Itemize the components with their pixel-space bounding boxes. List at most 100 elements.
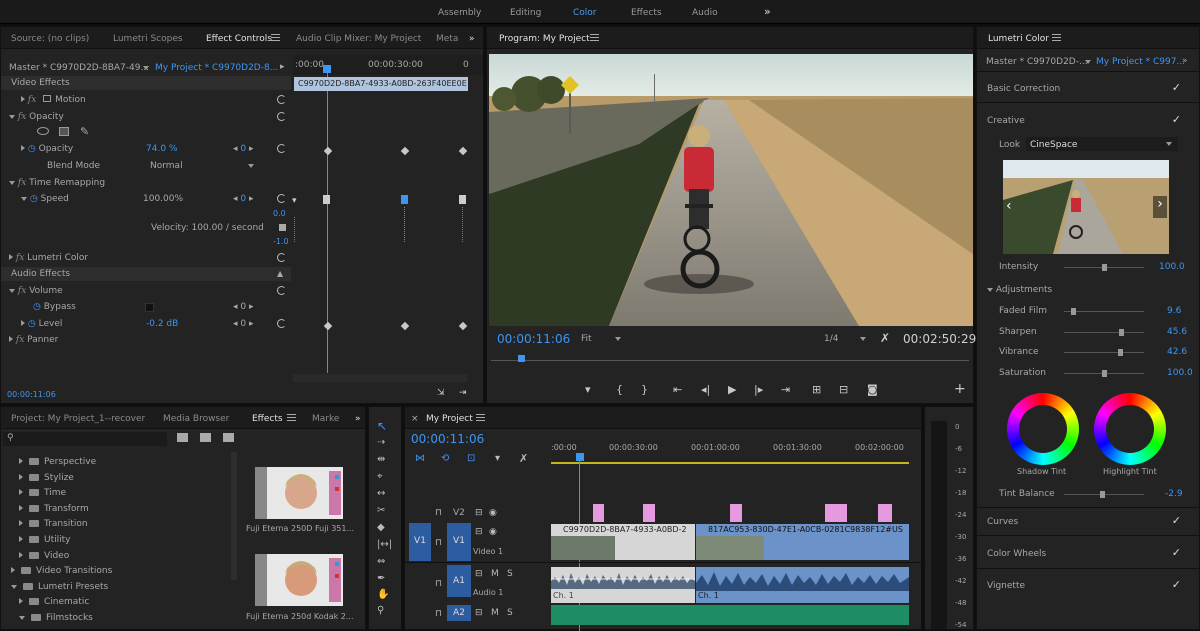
work-area-bar[interactable] xyxy=(551,462,909,464)
mark-out-icon[interactable]: } xyxy=(641,383,648,396)
stopwatch-icon[interactable]: ◷ xyxy=(28,144,36,154)
v1-source-patch[interactable]: V1 xyxy=(409,523,431,561)
effects-search-input[interactable]: ⚲ xyxy=(3,432,167,446)
panel-menu-icon[interactable] xyxy=(1052,32,1061,41)
effects-tree-item[interactable]: Perspective xyxy=(19,457,96,467)
add-marker-icon[interactable]: ▾ xyxy=(585,383,591,396)
lumetri-effect-row[interactable]: fx Lumetri Color xyxy=(9,253,88,263)
adjustment-value[interactable]: 100.0 xyxy=(1167,368,1193,378)
slide-tool-icon[interactable]: ⇔ xyxy=(377,556,385,567)
lumetri-sequence-select[interactable]: My Project * C997... xyxy=(1085,57,1185,67)
workspace-more-button[interactable]: » xyxy=(764,5,771,18)
v2-clip[interactable] xyxy=(593,504,604,522)
timeline-title[interactable]: My Project xyxy=(426,414,473,424)
tab-project[interactable]: Project: My Project_1--recover xyxy=(11,414,145,424)
creative-section[interactable]: Creative xyxy=(987,116,1025,126)
speed-keyframe[interactable] xyxy=(401,195,408,204)
effects-tree-item[interactable]: Stylize xyxy=(19,473,74,483)
selection-tool-icon[interactable]: ↖ xyxy=(377,419,387,433)
workspace-assembly[interactable]: Assembly xyxy=(438,8,481,18)
rate-stretch-icon[interactable]: ↔ xyxy=(377,488,385,499)
timeline-playhead[interactable] xyxy=(576,453,584,461)
nest-icon[interactable]: ⊡ xyxy=(467,453,475,464)
program-playhead[interactable] xyxy=(518,355,525,362)
add-keyframe-icon[interactable]: 0 xyxy=(240,302,246,312)
lock-icon[interactable]: ⊓ xyxy=(435,538,442,548)
stopwatch-icon[interactable]: ◷ xyxy=(28,319,36,329)
reset-icon[interactable] xyxy=(277,95,286,104)
a1-clip-2[interactable]: Ch. 1 xyxy=(696,567,909,603)
lift-icon[interactable]: ⊞ xyxy=(812,383,821,396)
workspace-editing[interactable]: Editing xyxy=(510,8,541,18)
slider-knob[interactable] xyxy=(1100,491,1105,498)
reset-icon[interactable] xyxy=(277,112,286,121)
eye-icon[interactable]: ◉ xyxy=(489,508,497,518)
creative-checkbox[interactable]: ✓ xyxy=(1172,113,1181,126)
add-button-icon[interactable]: + xyxy=(954,381,966,397)
intensity-value[interactable]: 100.0 xyxy=(1159,262,1185,272)
preset-thumbnail-1[interactable] xyxy=(255,467,343,519)
rectangle-mask-icon[interactable] xyxy=(59,127,69,136)
tint-balance-slider[interactable] xyxy=(1064,491,1144,498)
keyframe-marker[interactable] xyxy=(458,321,468,331)
basic-correction-section[interactable]: Basic Correction xyxy=(987,84,1060,94)
pen-mask-icon[interactable]: ✎ xyxy=(80,125,89,138)
mark-in-icon[interactable]: { xyxy=(616,383,623,396)
keyframe-marker[interactable] xyxy=(400,146,410,156)
keyframe-marker[interactable] xyxy=(323,321,333,331)
mute-track-button[interactable]: M xyxy=(491,608,499,618)
tint-balance-value[interactable]: -2.9 xyxy=(1165,489,1183,499)
effects-tree-item[interactable]: Transition xyxy=(19,519,88,529)
add-keyframe-icon[interactable]: 0 xyxy=(240,144,246,154)
effects-tree-item[interactable]: Video xyxy=(19,551,69,561)
wrench-icon[interactable]: ✗ xyxy=(880,331,890,345)
previous-look-icon[interactable]: ‹ xyxy=(1006,198,1012,214)
razor-tool-icon[interactable]: ✂ xyxy=(377,505,385,516)
color-wheels-checkbox[interactable]: ✓ xyxy=(1172,546,1181,559)
preset-thumbnail-2[interactable] xyxy=(255,554,343,606)
keyframe-marker[interactable] xyxy=(458,146,468,156)
curves-checkbox[interactable]: ✓ xyxy=(1172,514,1181,527)
sync-icon[interactable]: ⊟ xyxy=(475,608,483,618)
keyframe-nav[interactable]: ◂ 0 ▸ xyxy=(233,302,254,312)
v2-clip[interactable] xyxy=(878,504,892,522)
v2-clip[interactable] xyxy=(643,504,655,522)
slider-knob[interactable] xyxy=(1102,369,1107,377)
keyframe-nav[interactable]: ◂ 0 ▸ xyxy=(233,144,254,154)
tab-lumetri-scopes[interactable]: Lumetri Scopes xyxy=(113,34,183,44)
solo-track-button[interactable]: S xyxy=(507,608,513,618)
add-marker-icon[interactable]: ▾ xyxy=(495,453,500,464)
speed-keyframe[interactable] xyxy=(459,195,466,204)
motion-effect-row[interactable]: fx Motion xyxy=(21,95,86,105)
stopwatch-icon[interactable]: ◷ xyxy=(30,194,38,204)
sync-icon[interactable]: ⊟ xyxy=(475,569,483,579)
adjustment-value[interactable]: 45.6 xyxy=(1167,327,1187,337)
fit-select[interactable]: Fit xyxy=(581,334,625,344)
reset-icon[interactable] xyxy=(277,194,286,203)
opacity-value[interactable]: 74.0 % xyxy=(146,144,177,154)
time-remapping-row[interactable]: fx Time Remapping xyxy=(9,178,105,188)
track-select-icon[interactable]: ⇢ xyxy=(377,437,385,448)
mute-track-button[interactable]: M xyxy=(491,569,499,579)
playhead-handle[interactable] xyxy=(323,65,331,73)
shadow-tint-wheel[interactable] xyxy=(1007,393,1079,465)
vignette-checkbox[interactable]: ✓ xyxy=(1172,578,1181,591)
effects-tree-item[interactable]: Video Transitions xyxy=(11,566,112,576)
timeline-timecode[interactable]: 00:00:11:06 xyxy=(411,432,484,446)
intensity-slider[interactable] xyxy=(1064,264,1144,271)
export-icon[interactable]: ⇥ xyxy=(459,388,467,398)
speed-keyframe[interactable]: ▾ xyxy=(292,196,297,206)
effects-tree-item[interactable]: Utility xyxy=(19,535,70,545)
more-tabs-icon[interactable]: » xyxy=(469,34,475,44)
v1-clip-2[interactable]: 817AC953-830D-47E1-A0CB-0281C9838F12#US xyxy=(696,524,909,560)
stopwatch-icon[interactable]: ◷ xyxy=(33,302,41,312)
accelerated-effects-icon[interactable] xyxy=(177,433,188,442)
effects-tree-scrollbar[interactable] xyxy=(231,452,237,580)
curves-section[interactable]: Curves xyxy=(987,517,1018,527)
adjustment-value[interactable]: 9.6 xyxy=(1167,306,1181,316)
a2-clip[interactable] xyxy=(551,605,909,625)
effects-tree-item[interactable]: Transform xyxy=(19,504,89,514)
basic-correction-checkbox[interactable]: ✓ xyxy=(1172,81,1181,94)
slider-knob[interactable] xyxy=(1118,349,1123,356)
solo-track-button[interactable]: S xyxy=(507,569,513,579)
